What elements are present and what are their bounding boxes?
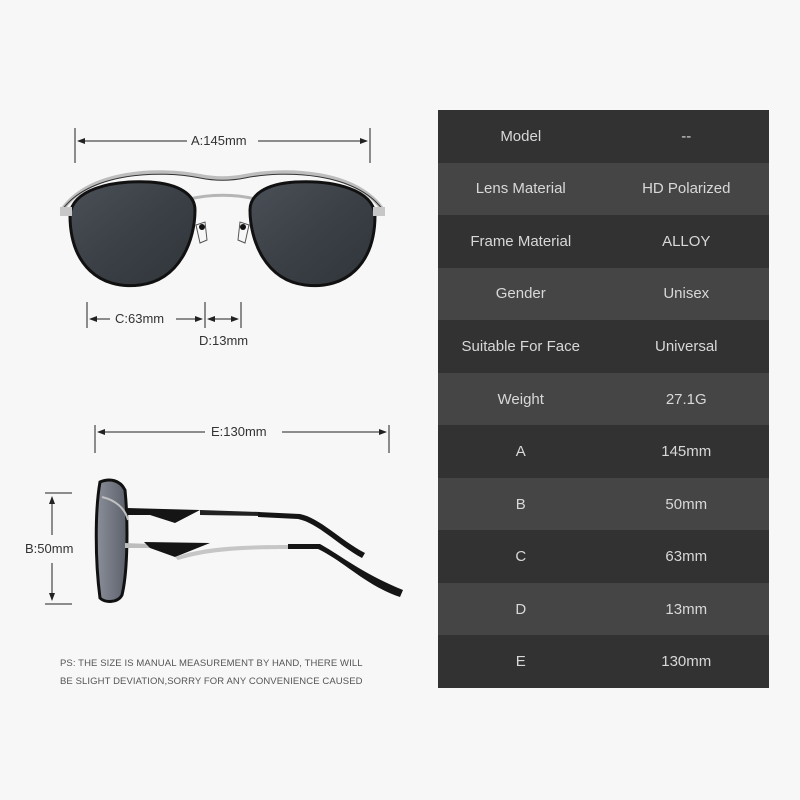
dimension-b-label: B:50mm [22, 542, 77, 556]
spec-label: Model [500, 127, 542, 145]
spec-value: Universal [654, 337, 718, 355]
spec-label: Frame Material [470, 232, 572, 250]
glasses-front-view [60, 170, 385, 288]
spec-row-lens-material: Lens Material HD Polarized [438, 162, 769, 216]
spec-row-model: Model -- [438, 110, 769, 163]
spec-value: 13mm [665, 600, 708, 618]
spec-row-b: B 50mm [438, 477, 769, 531]
spec-label: Lens Material [475, 180, 566, 198]
spec-value: 50mm [665, 495, 708, 513]
note-line-1: PS: THE SIZE IS MANUAL MEASUREMENT BY HA… [60, 658, 363, 669]
glasses-side-view [94, 478, 403, 603]
spec-label: D [515, 600, 527, 618]
spec-row-c: C 63mm [438, 530, 769, 583]
spec-row-a: A 145mm [438, 425, 769, 478]
spec-label: Weight [497, 390, 544, 408]
spec-row-gender: Gender Unisex [438, 267, 769, 321]
spec-value: ALLOY [662, 232, 711, 250]
spec-table: Model -- Lens Material HD Polarized Fram… [438, 110, 769, 689]
spec-label: B [515, 495, 526, 513]
spec-value: 130mm [661, 653, 712, 671]
spec-row-e: E 130mm [438, 635, 769, 689]
spec-label: A [515, 443, 526, 461]
spec-label: Suitable For Face [461, 337, 580, 355]
spec-value: 27.1G [665, 390, 707, 408]
note-line-2: BE SLIGHT DEVIATION,SORRY FOR ANY CONVEN… [60, 676, 363, 687]
measurement-note: PS: THE SIZE IS MANUAL MEASUREMENT BY HA… [60, 655, 363, 691]
spec-row-frame-material: Frame Material ALLOY [438, 215, 769, 268]
spec-label: Gender [495, 285, 546, 303]
spec-value: HD Polarized [642, 180, 731, 198]
spec-value: Unisex [663, 285, 710, 303]
spec-label: C [515, 548, 527, 566]
spec-value: 63mm [665, 548, 708, 566]
spec-label: E [515, 653, 526, 671]
dimension-a-label: A:145mm [188, 134, 250, 148]
dimension-c-label: C:63mm [112, 312, 168, 326]
spec-value: -- [681, 127, 692, 145]
spec-row-d: D 13mm [438, 582, 769, 636]
spec-row-face: Suitable For Face Universal [438, 320, 769, 373]
dimension-d-label: D:13mm [196, 334, 252, 348]
dimension-e-label: E:130mm [208, 425, 270, 439]
spec-value: 145mm [661, 443, 712, 461]
spec-row-weight: Weight 27.1G [438, 372, 769, 426]
